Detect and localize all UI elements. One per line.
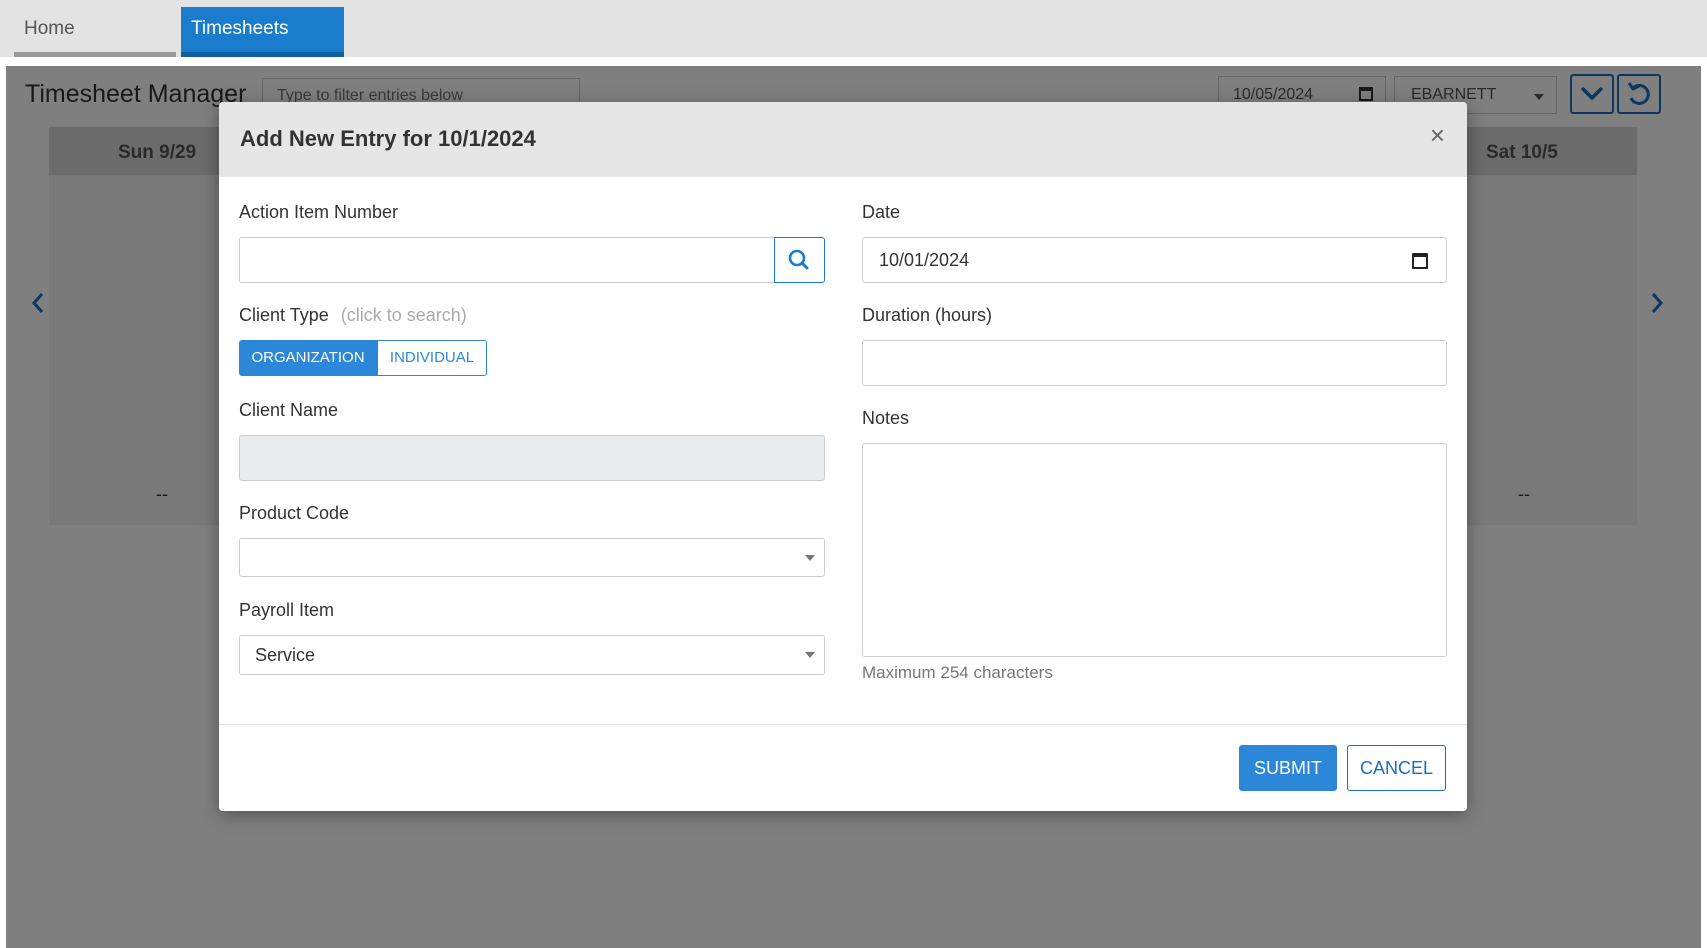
cancel-button[interactable]: CANCEL bbox=[1347, 745, 1446, 791]
modal-title: Add New Entry for 10/1/2024 bbox=[240, 126, 536, 151]
add-entry-modal: Add New Entry for 10/1/2024 × Action Ite… bbox=[219, 102, 1467, 811]
chevron-down-icon bbox=[805, 555, 815, 561]
submit-button[interactable]: SUBMIT bbox=[1239, 745, 1337, 791]
payroll-item-label: Payroll Item bbox=[239, 600, 335, 620]
product-code-select[interactable] bbox=[239, 538, 825, 577]
tab-timesheets[interactable]: Timesheets bbox=[181, 7, 344, 57]
client-type-organization-button[interactable]: ORGANIZATION bbox=[239, 340, 377, 376]
client-type-label-text: Client Type bbox=[239, 305, 329, 325]
client-name-label: Client Name bbox=[239, 400, 339, 420]
notes-help-text: Maximum 254 characters bbox=[862, 663, 1053, 682]
product-code-label: Product Code bbox=[239, 503, 350, 523]
action-item-label: Action Item Number bbox=[239, 202, 399, 222]
search-icon bbox=[788, 249, 809, 270]
payroll-item-value: Service bbox=[255, 645, 316, 665]
tab-home[interactable]: Home bbox=[14, 7, 176, 57]
close-button[interactable]: × bbox=[1430, 122, 1445, 148]
date-label: Date bbox=[862, 202, 901, 222]
action-item-search-button[interactable] bbox=[774, 237, 825, 283]
action-item-input[interactable] bbox=[239, 237, 775, 283]
payroll-item-select[interactable]: Service bbox=[239, 635, 825, 675]
notes-label: Notes bbox=[862, 408, 910, 428]
date-input[interactable]: 10/01/2024 bbox=[862, 237, 1447, 283]
client-type-hint: (click to search) bbox=[340, 305, 467, 325]
modal-footer: SUBMIT CANCEL bbox=[219, 724, 1467, 811]
client-type-label: Client Type (click to search) bbox=[239, 305, 467, 326]
calendar-icon[interactable] bbox=[1412, 253, 1428, 269]
duration-label: Duration (hours) bbox=[862, 305, 993, 325]
modal-header: Add New Entry for 10/1/2024 × bbox=[219, 102, 1467, 177]
chevron-down-icon bbox=[805, 652, 815, 658]
date-value: 10/01/2024 bbox=[879, 250, 970, 270]
duration-input[interactable] bbox=[862, 340, 1447, 386]
top-nav: Home Timesheets bbox=[0, 0, 1707, 57]
notes-textarea[interactable] bbox=[862, 443, 1447, 657]
client-type-individual-button[interactable]: INDIVIDUAL bbox=[377, 340, 487, 376]
client-name-field bbox=[239, 435, 825, 481]
